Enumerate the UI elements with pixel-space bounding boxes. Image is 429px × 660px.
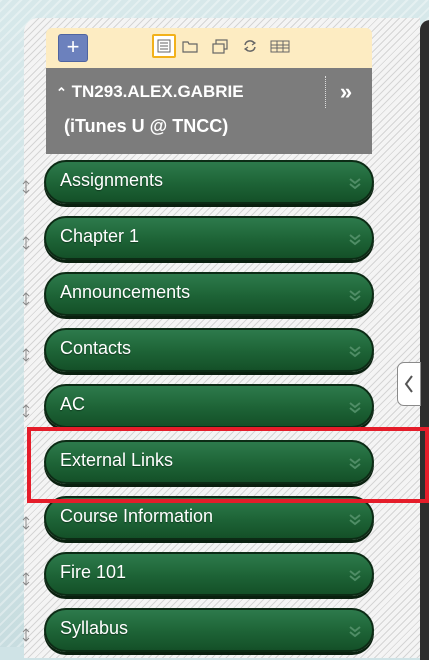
menu-item-label: Syllabus xyxy=(60,618,129,638)
window-icon[interactable] xyxy=(210,36,230,56)
chevron-down-icon[interactable] xyxy=(346,566,364,584)
expand-button[interactable]: » xyxy=(325,76,366,108)
menu-item[interactable]: External Links xyxy=(0,437,429,491)
chevron-down-icon[interactable] xyxy=(346,342,364,360)
menu-item-label: Course Information xyxy=(60,506,214,526)
menu-item[interactable]: Course Information xyxy=(0,493,429,547)
drag-handle-icon[interactable] xyxy=(21,628,31,642)
chevron-down-icon[interactable] xyxy=(346,230,364,248)
list-view-icon[interactable] xyxy=(152,34,176,58)
menu-item-pill[interactable]: External Links xyxy=(44,440,374,484)
folder-icon[interactable] xyxy=(180,36,200,56)
menu-item-pill[interactable]: Contacts xyxy=(44,328,374,372)
drag-handle-icon[interactable] xyxy=(21,516,31,530)
menu-item-label: AC xyxy=(60,394,86,414)
menu-item-label: Fire 101 xyxy=(60,562,127,582)
menu-item[interactable]: Syllabus xyxy=(0,605,429,659)
menu-item-label: Contacts xyxy=(60,338,132,358)
chevron-down-icon[interactable] xyxy=(346,398,364,416)
menu-item[interactable]: AC xyxy=(0,381,429,435)
drag-handle-icon[interactable] xyxy=(21,292,31,306)
refresh-icon[interactable] xyxy=(240,36,260,56)
chevron-down-icon[interactable] xyxy=(346,286,364,304)
menu-item-pill[interactable]: Course Information xyxy=(44,496,374,540)
menu-item[interactable]: Fire 101 xyxy=(0,549,429,603)
chevron-down-icon[interactable] xyxy=(346,454,364,472)
chevron-down-icon[interactable] xyxy=(346,622,364,640)
menu-item[interactable]: Assignments xyxy=(0,157,429,211)
menu-item-pill[interactable]: AC xyxy=(44,384,374,428)
menu-item-label: Announcements xyxy=(60,282,191,302)
menu-item[interactable]: Chapter 1 xyxy=(0,213,429,267)
double-chevron-up-icon: ⌃ xyxy=(56,85,67,100)
chevron-down-icon[interactable] xyxy=(346,510,364,528)
menu-item-pill[interactable]: Chapter 1 xyxy=(44,216,374,260)
drag-handle-icon[interactable] xyxy=(21,348,31,362)
menu-item[interactable]: Announcements xyxy=(0,269,429,323)
grid-icon[interactable] xyxy=(268,36,292,56)
plus-icon: + xyxy=(66,34,80,59)
course-header: ⌃ TN293.ALEX.GABRIE (iTunes U @ TNCC) » xyxy=(46,68,372,154)
course-title[interactable]: ⌃ TN293.ALEX.GABRIE xyxy=(56,82,244,102)
menu-item-pill[interactable]: Fire 101 xyxy=(44,552,374,596)
course-title-text: TN293.ALEX.GABRIE xyxy=(71,82,244,101)
drag-handle-icon[interactable] xyxy=(21,236,31,250)
menu-toolbar: + xyxy=(46,28,372,68)
drag-handle-icon[interactable] xyxy=(21,180,31,194)
add-item-button[interactable]: + xyxy=(58,34,88,62)
menu-item[interactable]: Contacts xyxy=(0,325,429,379)
menu-item-pill[interactable]: Syllabus xyxy=(44,608,374,652)
menu-item-pill[interactable]: Assignments xyxy=(44,160,374,204)
menu-item-label: Chapter 1 xyxy=(60,226,140,246)
menu-item-pill[interactable]: Announcements xyxy=(44,272,374,316)
chevron-down-icon[interactable] xyxy=(346,174,364,192)
course-subtitle: (iTunes U @ TNCC) xyxy=(64,116,229,136)
menu-item-label: External Links xyxy=(60,450,174,470)
double-chevron-right-icon: » xyxy=(339,79,353,104)
menu-item-label: Assignments xyxy=(60,170,164,190)
drag-handle-icon[interactable] xyxy=(21,404,31,418)
drag-handle-icon[interactable] xyxy=(21,572,31,586)
